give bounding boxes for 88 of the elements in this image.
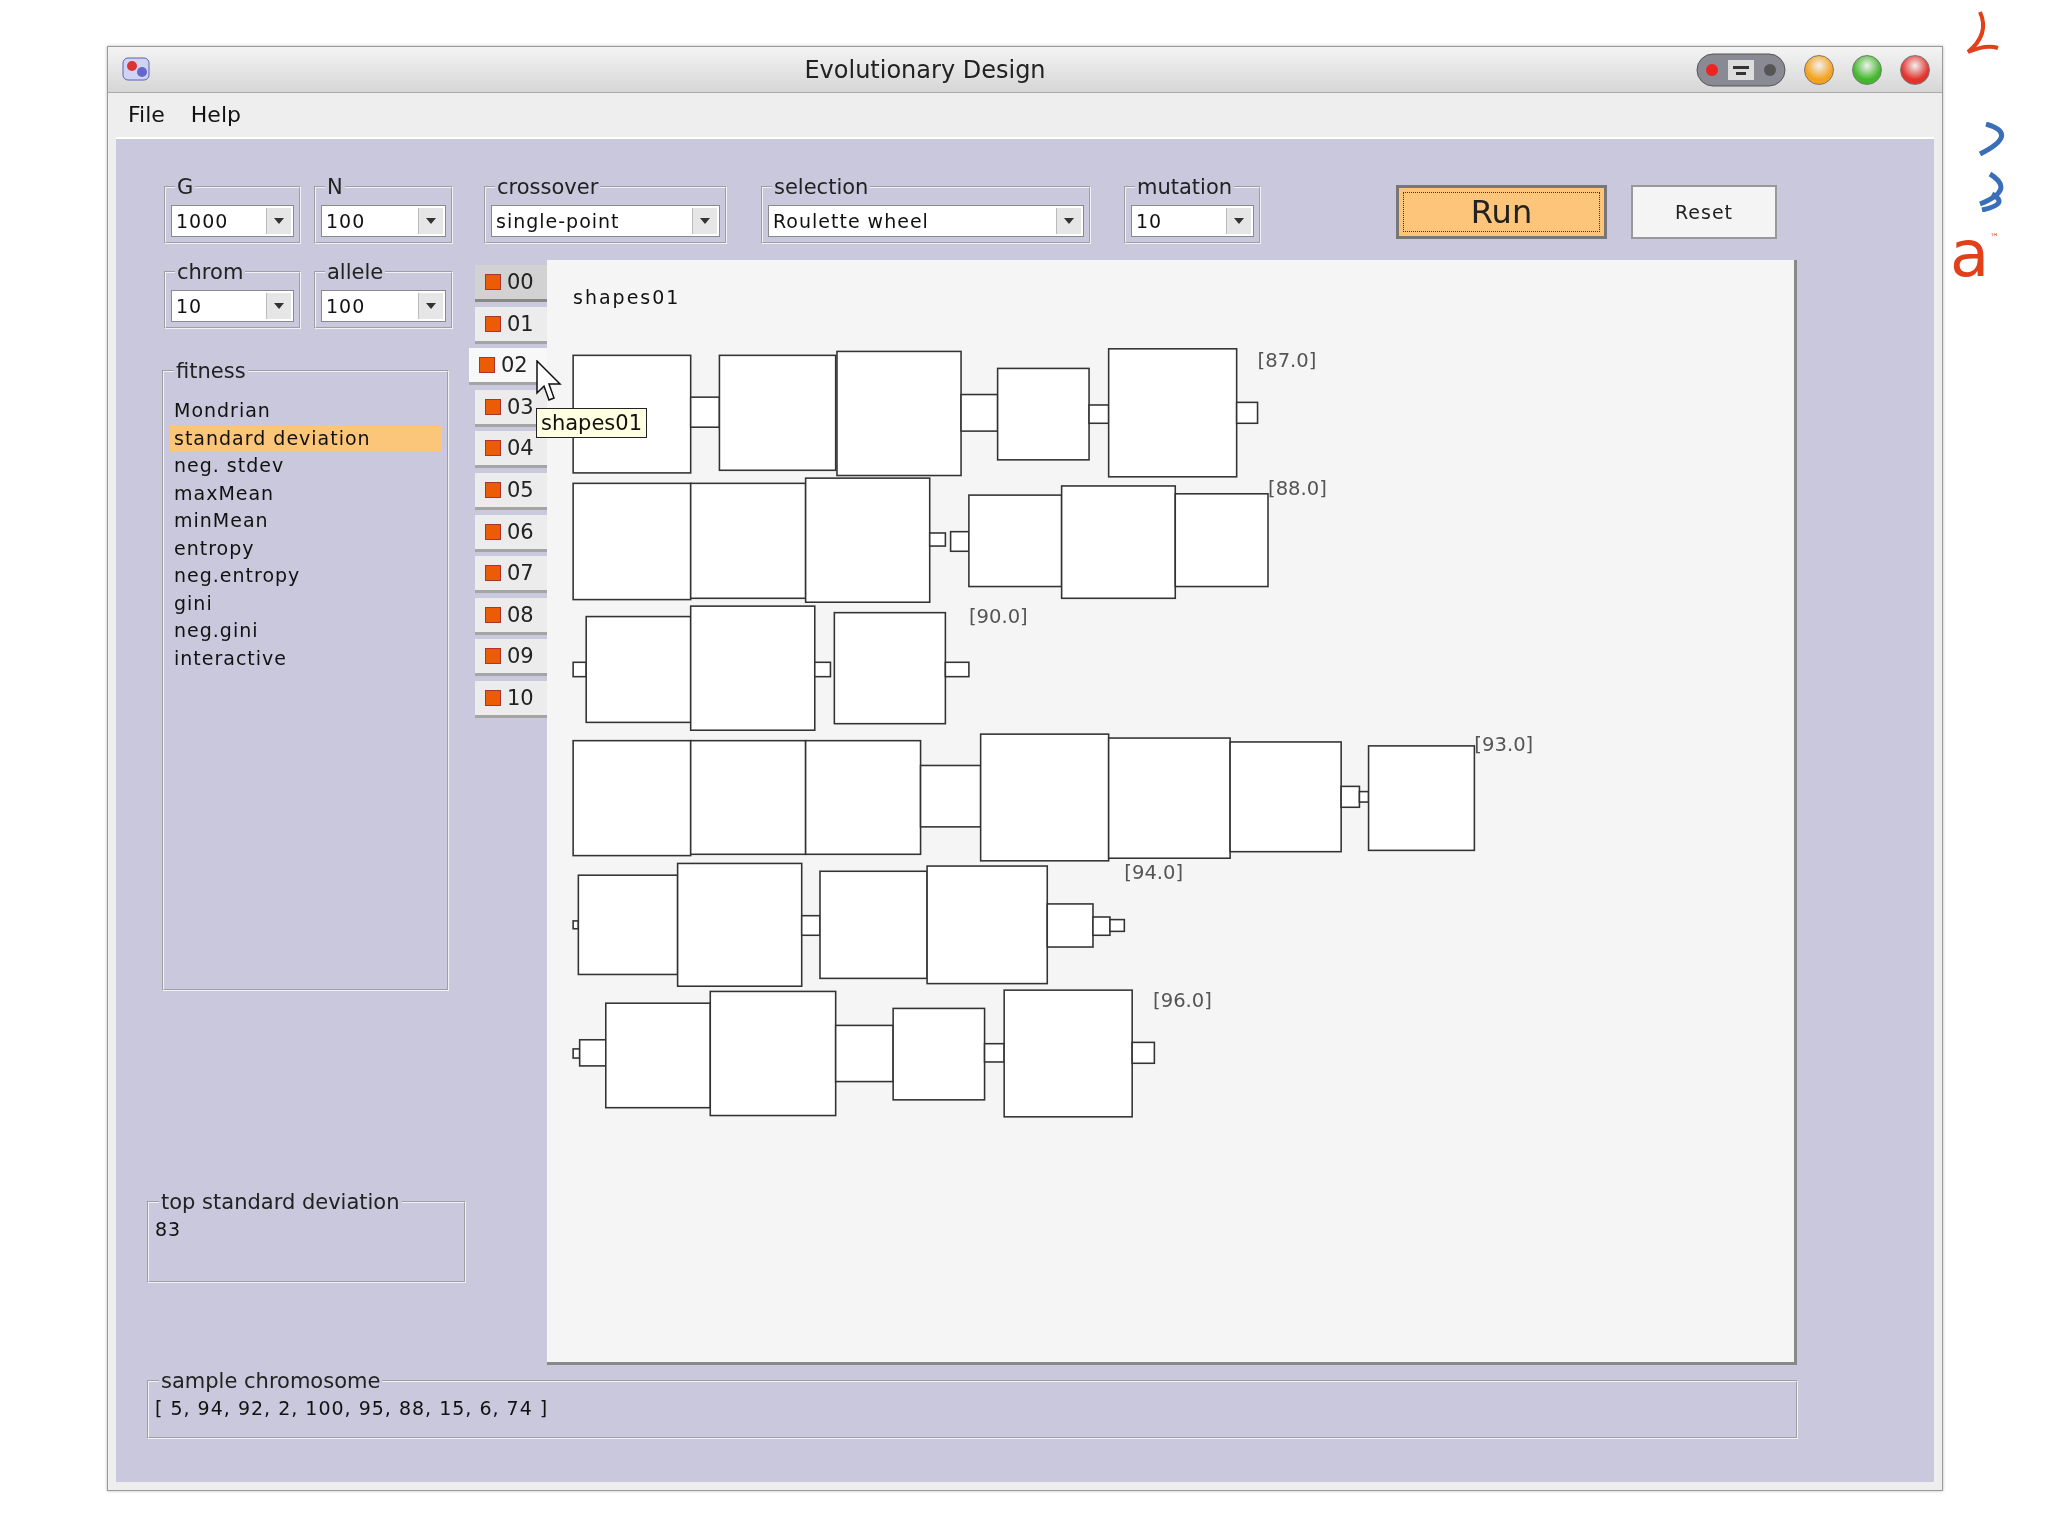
group-label: fitness [175,359,247,383]
tab[interactable]: 01 [475,306,547,344]
dropdown[interactable]: 1000 [171,205,294,237]
tab-label: 02 [501,353,528,378]
tab[interactable]: 04 [475,431,547,469]
tab-label: 07 [507,561,534,586]
group-label: selection [773,175,870,199]
square-icon [485,398,501,415]
toolbar-toggle-icon[interactable] [1696,52,1786,87]
caret-icon [273,302,285,310]
list-item[interactable]: entropy [170,534,442,562]
tab-label: 04 [507,436,534,461]
list-item[interactable]: neg.entropy [170,562,442,590]
fitness-score: [88.0] [1268,477,1327,501]
group-label: mutation [1136,175,1234,199]
list-item[interactable]: gini [170,589,442,617]
square-icon [485,523,501,540]
tab[interactable]: 07 [475,556,547,594]
square-icon [485,274,501,290]
tab[interactable]: 00 [475,265,547,302]
tab[interactable]: 10 [475,680,547,718]
dropdown[interactable]: 100 [321,290,446,322]
square-icon [485,689,501,706]
tooltip: shapes01 [536,408,648,438]
logo-letter: a [1950,222,1990,286]
list-item[interactable]: interactive [170,644,442,672]
tab[interactable]: 02 [469,348,547,386]
result-value: 83 [155,1218,182,1240]
tab[interactable]: 08 [475,597,547,635]
dropdown[interactable]: 10 [171,290,294,322]
caret-icon [425,302,437,310]
list-item[interactable]: neg.gini [170,617,442,645]
list-item[interactable]: standard deviation [170,424,442,452]
tab-label: 01 [507,311,534,336]
tab-label: 06 [507,519,534,544]
tab[interactable]: 09 [475,639,547,677]
square-icon [485,481,501,498]
tab-label: 08 [507,602,534,627]
tab-label: 09 [507,644,534,669]
caret-icon [699,217,711,225]
list-item[interactable]: neg. stdev [170,452,442,480]
minimize-button[interactable] [1804,54,1834,85]
square-icon [485,440,501,457]
square-icon [479,357,495,374]
caret-icon [273,217,285,225]
tab-label: 00 [507,270,534,294]
fitness-score: [94.0] [1124,861,1184,885]
dropdown[interactable]: Roulette wheel [768,205,1084,237]
fitness-score: [93.0] [1474,733,1534,757]
reset-button[interactable]: Reset [1631,185,1777,239]
close-button[interactable] [1900,54,1930,85]
dropdown[interactable]: single-point [491,205,720,237]
caret-icon [1063,217,1075,225]
fitness-score: [96.0] [1153,989,1212,1013]
caret-icon [425,217,437,225]
logo-flame-drawing [1966,9,2000,55]
caret-icon [1233,217,1245,225]
window-title: Evolutionary Design [803,55,1047,84]
tab-label: 03 [507,394,534,419]
run-button[interactable]: Run [1396,185,1607,239]
dropdown[interactable]: 10 [1131,205,1254,237]
square-icon [485,606,501,623]
square-icon [485,648,501,665]
list-item[interactable]: maxMean [170,479,442,507]
canvas-title: shapes01 [573,286,681,308]
group-label: chrom [176,260,245,284]
dropdown[interactable]: 100 [321,205,446,237]
square-icon [485,565,501,582]
group-label: crossover [496,175,600,199]
group-label: top standard deviation [160,1190,401,1214]
trademark-mark: ™ [1990,232,1999,242]
menu-item[interactable]: File [128,101,165,127]
tab-label: 05 [507,477,534,502]
group-label: allele [326,260,385,284]
zoom-button[interactable] [1852,54,1882,85]
tab[interactable]: 05 [475,472,547,510]
tab-label: 10 [507,685,534,710]
fitness-score: [87.0] [1257,349,1317,373]
list-item[interactable]: Mondrian [170,397,442,425]
fitness-score: [90.0] [968,605,1028,629]
menu-item[interactable]: Help [190,101,241,127]
group-label: sample chromosome [160,1369,382,1393]
group-label: N [326,175,344,199]
list-item[interactable]: minMean [170,507,442,535]
square-icon [485,315,501,332]
group-label: G [176,175,195,199]
chromosome-value: [ 5, 94, 92, 2, 100, 95, 88, 15, 6, 74 ] [155,1397,549,1419]
tab[interactable]: 06 [475,514,547,552]
